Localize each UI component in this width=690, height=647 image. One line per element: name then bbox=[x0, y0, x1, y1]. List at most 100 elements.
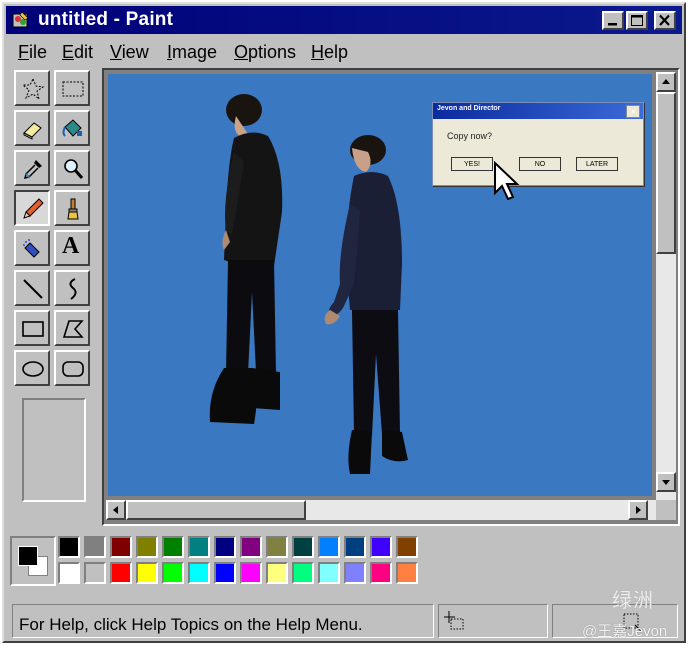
color-swatch[interactable] bbox=[188, 536, 210, 558]
rounded-rect-icon bbox=[62, 361, 84, 377]
color-palette bbox=[10, 536, 430, 590]
tool-brush[interactable] bbox=[54, 190, 90, 226]
curve-icon bbox=[69, 278, 77, 300]
color-swatch[interactable] bbox=[266, 536, 288, 558]
color-swatch[interactable] bbox=[292, 536, 314, 558]
brush-icon bbox=[67, 198, 79, 220]
mouse-cursor-icon bbox=[494, 161, 520, 201]
color-swatch[interactable] bbox=[58, 536, 80, 558]
color-swatch[interactable] bbox=[162, 536, 184, 558]
dialog-title-bar[interactable]: Jevon and Director × bbox=[433, 103, 643, 119]
tool-magnifier[interactable] bbox=[54, 150, 90, 186]
tool-color-picker[interactable] bbox=[14, 150, 50, 186]
close-button[interactable] bbox=[654, 11, 676, 30]
color-swatch[interactable] bbox=[396, 536, 418, 558]
tool-airbrush[interactable] bbox=[14, 230, 50, 266]
status-cursor-position bbox=[438, 604, 548, 638]
color-swatch[interactable] bbox=[214, 536, 236, 558]
airbrush-icon bbox=[23, 239, 40, 258]
color-swatch[interactable] bbox=[344, 536, 366, 558]
color-swatch[interactable] bbox=[240, 536, 262, 558]
color-swatch[interactable] bbox=[396, 562, 418, 584]
arrow-left-icon bbox=[113, 506, 118, 514]
color-swatch[interactable] bbox=[188, 562, 210, 584]
menu-bar: File Edit View Image Options Help bbox=[6, 38, 682, 66]
close-icon bbox=[659, 14, 670, 26]
color-swatch[interactable] bbox=[84, 562, 106, 584]
eraser-icon bbox=[23, 122, 42, 140]
menu-help[interactable]: Help bbox=[311, 42, 348, 63]
tool-text[interactable]: A bbox=[54, 230, 90, 266]
tool-curve[interactable] bbox=[54, 270, 90, 306]
scroll-up-button[interactable] bbox=[656, 72, 676, 92]
minimize-icon bbox=[608, 23, 617, 26]
vertical-scroll-thumb[interactable] bbox=[656, 92, 676, 254]
fill-bucket-icon bbox=[62, 119, 82, 137]
color-swatch[interactable] bbox=[110, 536, 132, 558]
tool-pencil[interactable] bbox=[14, 190, 50, 226]
color-swatch[interactable] bbox=[136, 536, 158, 558]
title-bar[interactable]: untitled - Paint bbox=[6, 6, 682, 34]
maximize-button[interactable] bbox=[626, 11, 648, 30]
color-swatch[interactable] bbox=[344, 562, 366, 584]
color-swatch[interactable] bbox=[58, 562, 80, 584]
minimize-button[interactable] bbox=[602, 11, 624, 30]
color-swatch[interactable] bbox=[240, 562, 262, 584]
vertical-scrollbar[interactable] bbox=[656, 72, 676, 500]
tool-ellipse[interactable] bbox=[14, 350, 50, 386]
status-bar: For Help, click Help Topics on the Help … bbox=[10, 604, 680, 640]
color-swatch[interactable] bbox=[110, 562, 132, 584]
scroll-right-button[interactable] bbox=[628, 500, 648, 520]
scroll-corner bbox=[656, 500, 676, 520]
magnifier-icon bbox=[64, 159, 84, 179]
no-button[interactable]: NO bbox=[519, 157, 561, 171]
arrow-right-icon bbox=[636, 506, 641, 514]
menu-edit[interactable]: Edit bbox=[62, 42, 93, 63]
color-swatch[interactable] bbox=[214, 562, 236, 584]
scroll-down-button[interactable] bbox=[656, 472, 676, 492]
tool-polygon[interactable] bbox=[54, 310, 90, 346]
foreground-color-box bbox=[18, 546, 38, 566]
color-swatch[interactable] bbox=[266, 562, 288, 584]
color-swatch[interactable] bbox=[318, 536, 340, 558]
yes-button[interactable]: YES! bbox=[451, 157, 493, 171]
color-swatch[interactable] bbox=[292, 562, 314, 584]
tool-eraser[interactable] bbox=[14, 110, 50, 146]
watermark-handle: @王嘉Jevon bbox=[582, 623, 668, 640]
tool-free-select[interactable] bbox=[14, 70, 50, 106]
crosshair-position-icon bbox=[444, 611, 464, 630]
line-icon bbox=[23, 279, 43, 299]
arrow-up-icon bbox=[662, 79, 670, 84]
menu-view[interactable]: View bbox=[110, 42, 149, 63]
tool-rectangle[interactable] bbox=[14, 310, 50, 346]
scroll-left-button[interactable] bbox=[106, 500, 126, 520]
current-colors[interactable] bbox=[10, 536, 56, 586]
paint-app-icon bbox=[12, 11, 29, 28]
tool-fill[interactable] bbox=[54, 110, 90, 146]
arrow-down-icon bbox=[662, 480, 670, 485]
tool-rounded-rect[interactable] bbox=[54, 350, 90, 386]
person-standing-right bbox=[324, 135, 408, 474]
menu-options[interactable]: Options bbox=[234, 42, 296, 63]
color-swatch[interactable] bbox=[318, 562, 340, 584]
later-button[interactable]: LATER bbox=[576, 157, 618, 171]
color-swatch[interactable] bbox=[84, 536, 106, 558]
menu-file[interactable]: File bbox=[18, 42, 47, 63]
menu-image[interactable]: Image bbox=[167, 42, 217, 63]
color-picker-icon bbox=[23, 160, 42, 180]
free-select-icon bbox=[21, 77, 45, 101]
color-swatch[interactable] bbox=[136, 562, 158, 584]
tool-options-box[interactable] bbox=[22, 398, 86, 502]
drawing-canvas[interactable]: Jevon and Director × Copy now? YES! NO L… bbox=[108, 74, 652, 496]
color-swatch[interactable] bbox=[370, 562, 392, 584]
horizontal-scrollbar[interactable] bbox=[106, 500, 656, 520]
dialog-title: Jevon and Director bbox=[437, 105, 501, 112]
color-swatch[interactable] bbox=[370, 536, 392, 558]
dialog-close-button[interactable]: × bbox=[626, 105, 640, 118]
close-icon: × bbox=[631, 109, 636, 116]
message-dialog: Jevon and Director × Copy now? YES! NO L… bbox=[432, 102, 644, 201]
tool-rect-select[interactable] bbox=[54, 70, 90, 106]
color-swatch[interactable] bbox=[162, 562, 184, 584]
horizontal-scroll-thumb[interactable] bbox=[126, 500, 306, 520]
tool-line[interactable] bbox=[14, 270, 50, 306]
